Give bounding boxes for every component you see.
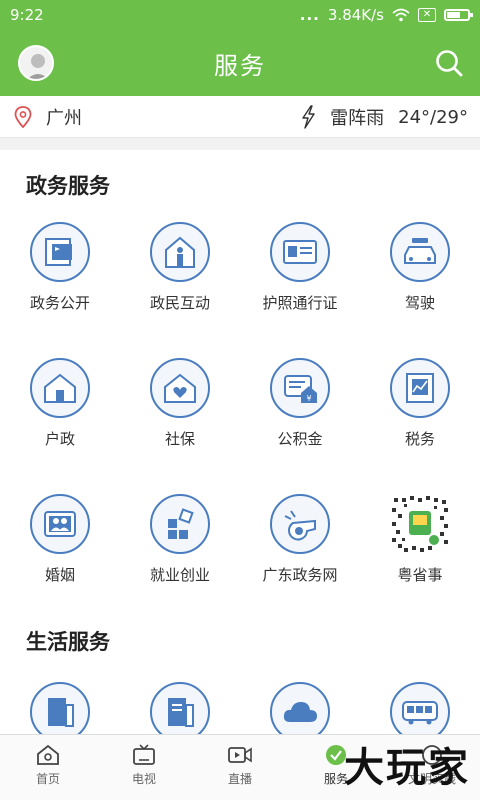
house-person-icon	[150, 222, 210, 282]
service-label: 政务公开	[29, 294, 90, 312]
city-name[interactable]: 广州	[46, 104, 82, 130]
blocks-icon	[150, 494, 210, 554]
search-icon	[436, 50, 463, 77]
tab-tv[interactable]: 电视	[96, 735, 192, 800]
tab-label: 首页	[35, 772, 60, 786]
service-label: 政民互动	[149, 294, 210, 312]
search-button[interactable]	[434, 48, 464, 78]
car-icon	[390, 222, 450, 282]
service-guangdong-gov-web[interactable]: 广东政务网	[240, 494, 360, 604]
watermark: 大玩家	[344, 745, 470, 791]
life-services-title: 生活服务	[26, 630, 110, 654]
status-bar: 9:22 ... 3.84K/s ✕	[0, 0, 480, 30]
network-speed: 3.84K/s	[327, 6, 384, 24]
service-label: 驾驶	[404, 294, 435, 312]
weather-text: 雷阵雨	[330, 108, 385, 129]
service-employment[interactable]: 就业创业	[120, 494, 240, 604]
service-label: 公积金	[277, 430, 323, 448]
location-pin-icon	[14, 105, 32, 128]
wifi-icon	[392, 8, 410, 22]
government-flag-icon	[30, 222, 90, 282]
tab-label: 直播	[227, 772, 252, 786]
service-label: 就业创业	[149, 566, 210, 584]
service-label: 社保	[164, 430, 195, 448]
cloud-icon	[270, 682, 330, 742]
bus-icon	[390, 682, 450, 742]
phone-book-icon	[30, 682, 90, 742]
service-label: 广东政务网	[262, 566, 338, 584]
status-time: 9:22	[10, 6, 44, 24]
document-icon	[150, 682, 210, 742]
status-dots: ...	[299, 6, 320, 24]
couple-icon	[30, 494, 90, 554]
weather-info: 雷阵雨 24°/29°	[300, 96, 468, 138]
avatar[interactable]	[18, 45, 54, 81]
section-divider	[0, 138, 480, 150]
service-label: 婚姻	[44, 566, 75, 584]
tab-label: 电视	[131, 772, 156, 786]
service-household[interactable]: 户政	[0, 358, 120, 468]
service-label: 税务	[404, 430, 435, 448]
tv-icon	[133, 744, 155, 765]
service-label: 户政	[44, 430, 75, 448]
service-passport[interactable]: 护照通行证	[240, 222, 360, 332]
service-housing-fund[interactable]: ¥ 公积金	[240, 358, 360, 468]
page-title: 服务	[214, 51, 266, 80]
gov-services-title: 政务服务	[26, 174, 110, 198]
thunder-icon	[302, 105, 315, 129]
battery-icon	[444, 9, 473, 21]
status-right: ... 3.84K/s ✕	[299, 6, 473, 24]
service-gov-interaction[interactable]: 政民互动	[120, 222, 240, 332]
house-icon	[30, 358, 90, 418]
fund-icon: ¥	[270, 358, 330, 418]
service-yueshengshi[interactable]: 粤省事	[360, 494, 480, 604]
live-video-icon	[228, 747, 252, 763]
tab-home[interactable]: 首页	[0, 735, 96, 800]
service-driving[interactable]: 驾驶	[360, 222, 480, 332]
location-weather-bar: 广州 雷阵雨 24°/29°	[0, 96, 480, 138]
service-gov-public[interactable]: 政务公开	[0, 222, 120, 332]
qr-code-icon	[390, 494, 450, 554]
app-bar: 服务	[0, 30, 480, 96]
id-card-icon	[270, 222, 330, 282]
temperature: 24°/29°	[398, 106, 468, 128]
tab-live[interactable]: 直播	[192, 735, 288, 800]
service-social-security[interactable]: 社保	[120, 358, 240, 468]
service-marriage[interactable]: 婚姻	[0, 494, 120, 604]
tax-chart-icon	[390, 358, 450, 418]
notification-box-icon: ✕	[418, 8, 436, 22]
whistle-icon	[270, 494, 330, 554]
home-icon	[37, 744, 59, 765]
svg-text:¥: ¥	[306, 394, 311, 403]
service-label: 粤省事	[397, 566, 443, 584]
heart-house-icon	[150, 358, 210, 418]
user-avatar-icon	[27, 54, 49, 79]
service-tax[interactable]: 税务	[360, 358, 480, 468]
service-label: 护照通行证	[262, 294, 338, 312]
